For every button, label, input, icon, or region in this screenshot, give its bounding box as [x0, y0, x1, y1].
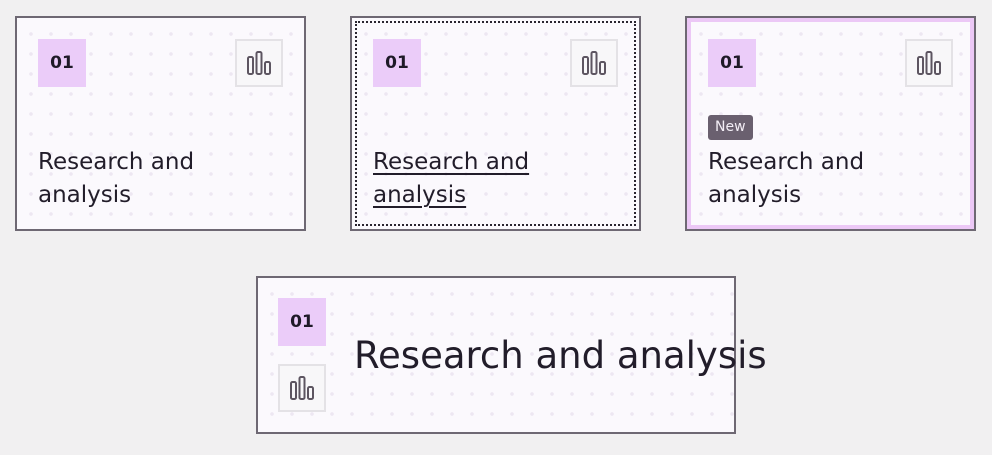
new-badge: New	[708, 115, 753, 140]
bar-chart-icon	[570, 39, 618, 87]
card-title-link[interactable]: Research and analysis	[373, 146, 573, 212]
card-number-badge: 01	[708, 39, 756, 87]
card-number-badge: 01	[278, 298, 326, 346]
service-card-default[interactable]: 01 Research and analysis	[15, 16, 306, 231]
service-card-new[interactable]: 01 New Research and analysis	[685, 16, 976, 231]
bar-chart-icon	[905, 39, 953, 87]
bar-chart-icon	[235, 39, 283, 87]
card-title: Research and analysis	[708, 149, 865, 208]
card-title: Research and analysis	[38, 149, 195, 208]
service-card-wide[interactable]: 01 Research and analysis	[256, 276, 767, 434]
service-card-focused[interactable]: 01 Research and analysis	[350, 16, 641, 231]
card-title: Research and analysis	[354, 334, 767, 377]
bar-chart-icon	[278, 364, 326, 412]
card-number-badge: 01	[373, 39, 421, 87]
card-number-badge: 01	[38, 39, 86, 87]
